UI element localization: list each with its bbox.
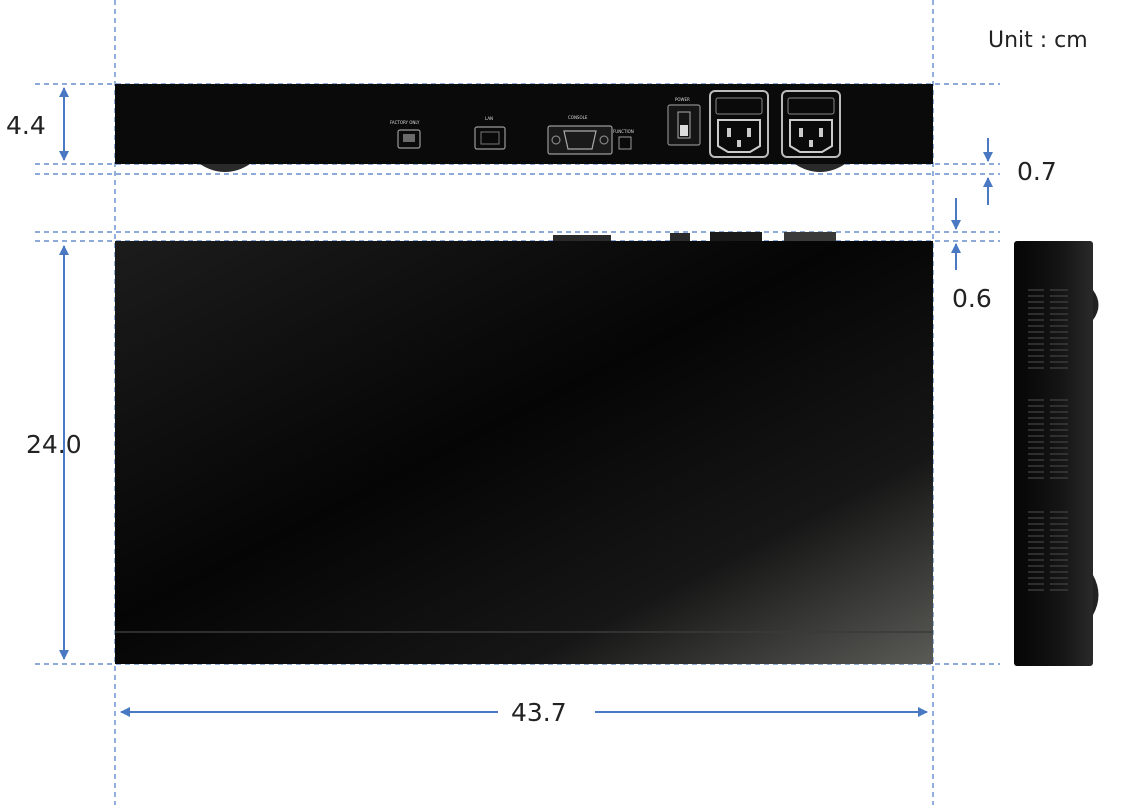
svg-text:LAN: LAN [485,116,493,121]
svg-text:FUNCTION: FUNCTION [613,129,634,134]
depth-label: 24.0 [26,430,82,459]
dimension-drawing: FACTORY ONLY LAN CONSOLE FUNCTION POWER [6,0,1099,805]
top-view [115,232,933,664]
rear-protrusion-label: 0.6 [952,284,992,313]
foot-height-label: 0.7 [1017,157,1057,186]
side-view [1014,241,1099,666]
svg-text:POWER: POWER [675,97,690,102]
svg-text:CONSOLE: CONSOLE [568,115,588,120]
rear-panel-view: FACTORY ONLY LAN CONSOLE FUNCTION POWER [115,84,933,172]
width-label: 43.7 [511,698,567,727]
unit-label: Unit : cm [988,28,1088,53]
ac-inlet-2 [781,90,841,158]
svg-text:FACTORY ONLY: FACTORY ONLY [390,120,420,125]
height-label: 4.4 [6,111,46,140]
ac-inlet-1 [709,90,769,158]
